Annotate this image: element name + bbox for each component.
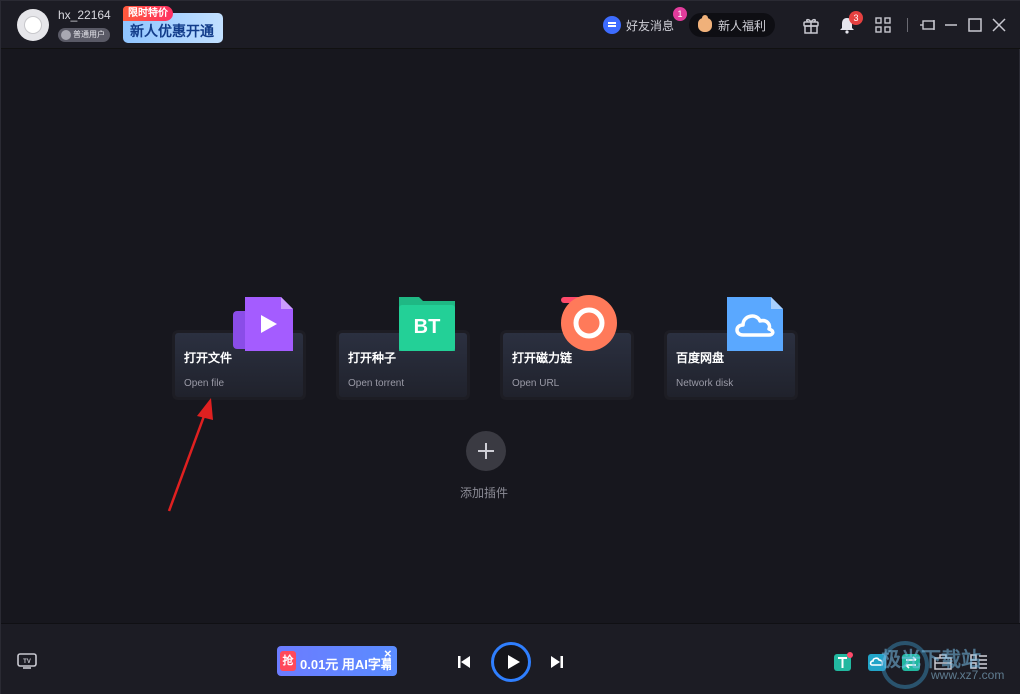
svg-text:TV: TV (23, 659, 31, 665)
add-plugin-button[interactable] (466, 431, 506, 471)
top-bar: hx_22164 普通用户 限时特价 新人优惠开通 好友消息 1 新人福利 3 (1, 1, 1020, 49)
ai-banner-tag: 抢 (280, 651, 296, 671)
card-title: 打开文件 (184, 351, 233, 365)
open-torrent-card[interactable]: BT 打开种子 Open torrent (335, 291, 475, 403)
user-level-badge: 普通用户 (58, 28, 110, 42)
magnet-link-icon (561, 295, 617, 351)
gift-bag-icon (698, 15, 712, 32)
annotation-arrow (167, 398, 213, 512)
gift-box-icon[interactable] (801, 15, 821, 35)
bt-torrent-icon: BT (399, 297, 455, 351)
toolbar-divider (907, 18, 908, 32)
add-plugin-label: 添加插件 (460, 486, 509, 500)
promo-text[interactable]: 新人优惠开通 (130, 21, 214, 41)
user-level-icon (61, 30, 71, 40)
card-subtitle: Network disk (676, 378, 734, 389)
open-magnet-card[interactable]: 打开磁力链 Open URL (499, 291, 639, 403)
minimize-icon[interactable] (941, 15, 961, 35)
avatar[interactable] (17, 9, 49, 41)
cloud-disk-icon (727, 297, 783, 351)
card-subtitle: Open URL (512, 378, 560, 389)
username[interactable]: hx_22164 (58, 8, 111, 22)
play-icon (508, 655, 520, 669)
maximize-icon[interactable] (965, 15, 985, 35)
apps-grid-icon[interactable] (873, 15, 893, 35)
close-icon[interactable] (989, 15, 1009, 35)
watermark-url: www.xz7.com (931, 668, 1005, 682)
promo-tag: 限时特价 (123, 6, 173, 21)
friends-messages-button[interactable]: 好友消息 (603, 15, 674, 35)
welfare-label: 新人福利 (718, 18, 767, 33)
card-subtitle: Open torrent (348, 378, 405, 389)
chat-icon (603, 16, 621, 34)
svg-text:BT: BT (414, 316, 441, 338)
card-title: 打开磁力链 (512, 351, 573, 365)
ai-banner-close-button[interactable]: × (384, 646, 392, 661)
play-button[interactable] (491, 642, 531, 682)
ai-banner-text[interactable]: 0.01元 用AI字幕 (300, 654, 391, 673)
notification-count-badge: 3 (849, 11, 863, 25)
text-tool-icon[interactable] (833, 652, 853, 672)
tv-icon[interactable]: TV (16, 652, 38, 670)
user-level-label: 普通用户 (73, 30, 105, 39)
friends-count-badge: 1 (673, 7, 687, 21)
newbie-welfare-button[interactable]: 新人福利 (689, 13, 775, 37)
next-track-icon[interactable] (549, 654, 565, 670)
app-window: hx_22164 普通用户 限时特价 新人优惠开通 好友消息 1 新人福利 3 (0, 0, 1020, 694)
open-file-card[interactable]: 打开文件 Open file (171, 291, 311, 403)
card-title: 百度网盘 (676, 351, 725, 365)
pin-window-icon[interactable] (918, 15, 938, 35)
previous-track-icon[interactable] (456, 654, 472, 670)
network-disk-card[interactable]: 百度网盘 Network disk (663, 291, 803, 403)
card-title: 打开种子 (348, 351, 397, 365)
bottom-bar: TV 抢 0.01元 用AI字幕 × (1, 623, 1020, 694)
file-play-icon (233, 297, 293, 351)
friends-messages-label: 好友消息 (626, 18, 675, 33)
card-subtitle: Open file (184, 378, 225, 389)
